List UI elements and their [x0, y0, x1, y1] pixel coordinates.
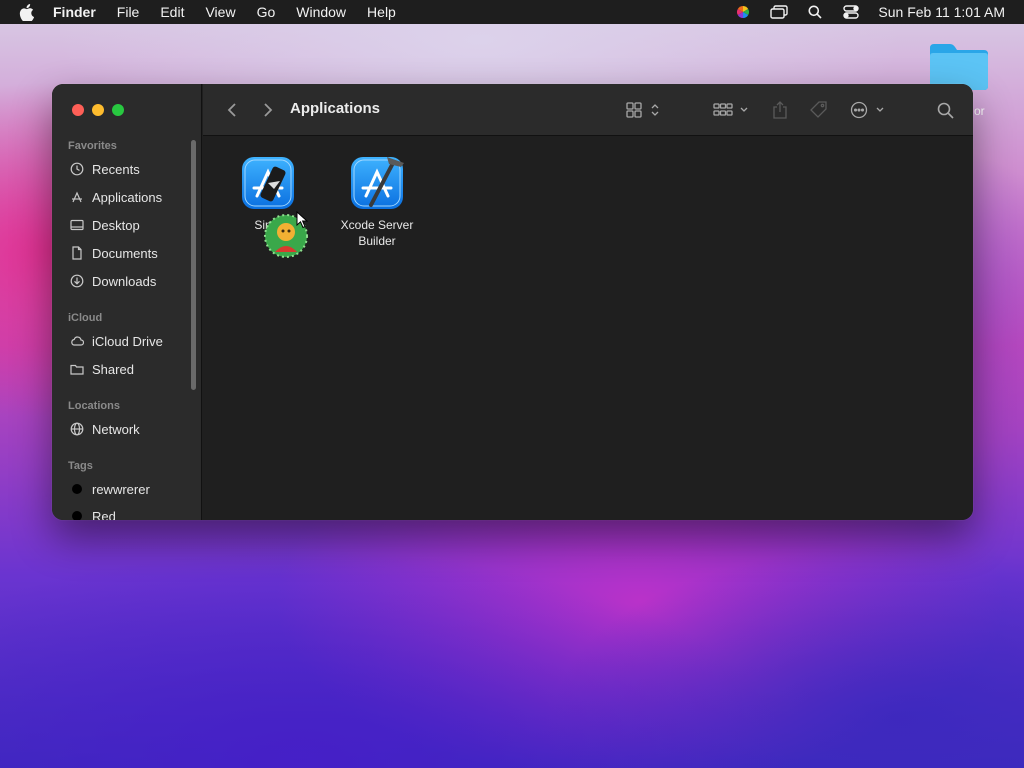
- menu-help[interactable]: Help: [367, 4, 396, 20]
- menu-go[interactable]: Go: [257, 4, 276, 20]
- sidebar-scrollbar[interactable]: [191, 140, 196, 390]
- zoom-button[interactable]: [112, 104, 124, 116]
- sidebar-item-label: Shared: [92, 361, 134, 377]
- tag-color-dot: [72, 511, 82, 520]
- sidebar-item-label: Red: [92, 508, 116, 521]
- document-icon: [72, 246, 82, 260]
- sidebar-header-locations: Locations: [68, 400, 120, 412]
- tag-color-dot: [72, 484, 82, 494]
- chevron-right-icon: [264, 103, 273, 117]
- sidebar-item-label: rewwrerer: [92, 481, 150, 497]
- shared-folder-icon: [70, 364, 84, 375]
- screen-mirroring-icon[interactable]: [770, 4, 789, 20]
- more-options-icon: [850, 101, 884, 119]
- menu-finder[interactable]: Finder: [53, 4, 96, 20]
- desktop-folder-label[interactable]: or: [974, 104, 985, 118]
- menu-view[interactable]: View: [205, 4, 235, 20]
- sidebar-item-label: Network: [92, 421, 140, 437]
- sidebar-item-icloud-drive[interactable]: iCloud Drive: [70, 330, 163, 352]
- search-icon: [937, 102, 954, 119]
- applications-icon: [72, 191, 82, 203]
- sidebar-item-shared[interactable]: Shared: [70, 358, 134, 380]
- sidebar-item-recents[interactable]: Recents: [70, 158, 140, 180]
- control-center-icon[interactable]: [842, 4, 860, 20]
- forward-button[interactable]: [259, 100, 277, 120]
- sidebar-item-label: iCloud Drive: [92, 333, 163, 349]
- file-item-label: Xcode Server Builder: [340, 218, 414, 248]
- download-icon: [70, 274, 84, 288]
- search-button[interactable]: [935, 100, 955, 120]
- menu-file[interactable]: File: [117, 4, 140, 20]
- clock-icon: [70, 162, 84, 176]
- close-button[interactable]: [72, 104, 84, 116]
- xcode-server-builder-icon: [349, 155, 405, 211]
- minimize-button[interactable]: [92, 104, 104, 116]
- sidebar-item-label: Applications: [92, 189, 163, 205]
- sidebar-item-label: Desktop: [92, 217, 140, 233]
- sidebar-item-documents[interactable]: Documents: [70, 242, 158, 264]
- action-menu-button[interactable]: [849, 100, 889, 120]
- share-button[interactable]: [769, 100, 791, 120]
- menu-edit[interactable]: Edit: [160, 4, 184, 20]
- share-icon: [773, 101, 787, 119]
- sidebar-item-label: Documents: [92, 245, 158, 261]
- menu-window[interactable]: Window: [296, 4, 346, 20]
- cloud-icon: [71, 336, 84, 346]
- sidebar-tag-rewwrerer[interactable]: rewwrerer: [70, 478, 150, 500]
- window-title: Applications: [290, 100, 381, 117]
- sidebar-item-network[interactable]: Network: [70, 418, 140, 440]
- menu-bar: Finder File Edit View Go Window Help Sun…: [0, 0, 1024, 24]
- tag-icon: [810, 101, 827, 118]
- icon-grid-icon: [626, 102, 659, 118]
- sidebar-header-icloud: iCloud: [68, 312, 103, 324]
- globe-icon: [70, 422, 84, 436]
- sidebar-header-tags: Tags: [68, 460, 93, 472]
- group-by-button[interactable]: [713, 100, 751, 120]
- spotlight-search-icon[interactable]: [806, 4, 824, 20]
- finder-window: Favorites Recents Applications Desktop D…: [52, 84, 973, 520]
- apple-menu-icon[interactable]: [19, 3, 35, 21]
- sidebar-item-label: Recents: [92, 161, 140, 177]
- sidebar-header-favorites: Favorites: [68, 140, 117, 152]
- file-item-xcode-server-builder[interactable]: Xcode Server Builder: [327, 155, 427, 249]
- simulator-icon: [240, 155, 296, 211]
- sidebar: Favorites Recents Applications Desktop D…: [52, 84, 202, 520]
- group-grid-icon: [713, 103, 748, 116]
- sidebar-item-desktop[interactable]: Desktop: [70, 214, 140, 236]
- window-controls: [72, 104, 124, 116]
- sidebar-item-label: Downloads: [92, 273, 157, 289]
- tag-button[interactable]: [807, 100, 831, 120]
- view-mode-button[interactable]: [625, 100, 663, 120]
- back-button[interactable]: [223, 100, 241, 120]
- desktop-icon: [70, 219, 84, 231]
- menubar-clock[interactable]: Sun Feb 11 1:01 AM: [878, 4, 1005, 20]
- sidebar-item-downloads[interactable]: Downloads: [70, 270, 156, 292]
- sidebar-tag-red[interactable]: Red: [70, 505, 116, 520]
- file-browser-content: Simu Xcode Server Builder: [203, 137, 973, 520]
- color-wheel-icon[interactable]: [734, 4, 752, 20]
- chevron-left-icon: [227, 103, 236, 117]
- sidebar-item-applications[interactable]: Applications: [70, 186, 162, 208]
- mouse-cursor-icon: [296, 210, 309, 234]
- toolbar: Applications: [203, 84, 973, 136]
